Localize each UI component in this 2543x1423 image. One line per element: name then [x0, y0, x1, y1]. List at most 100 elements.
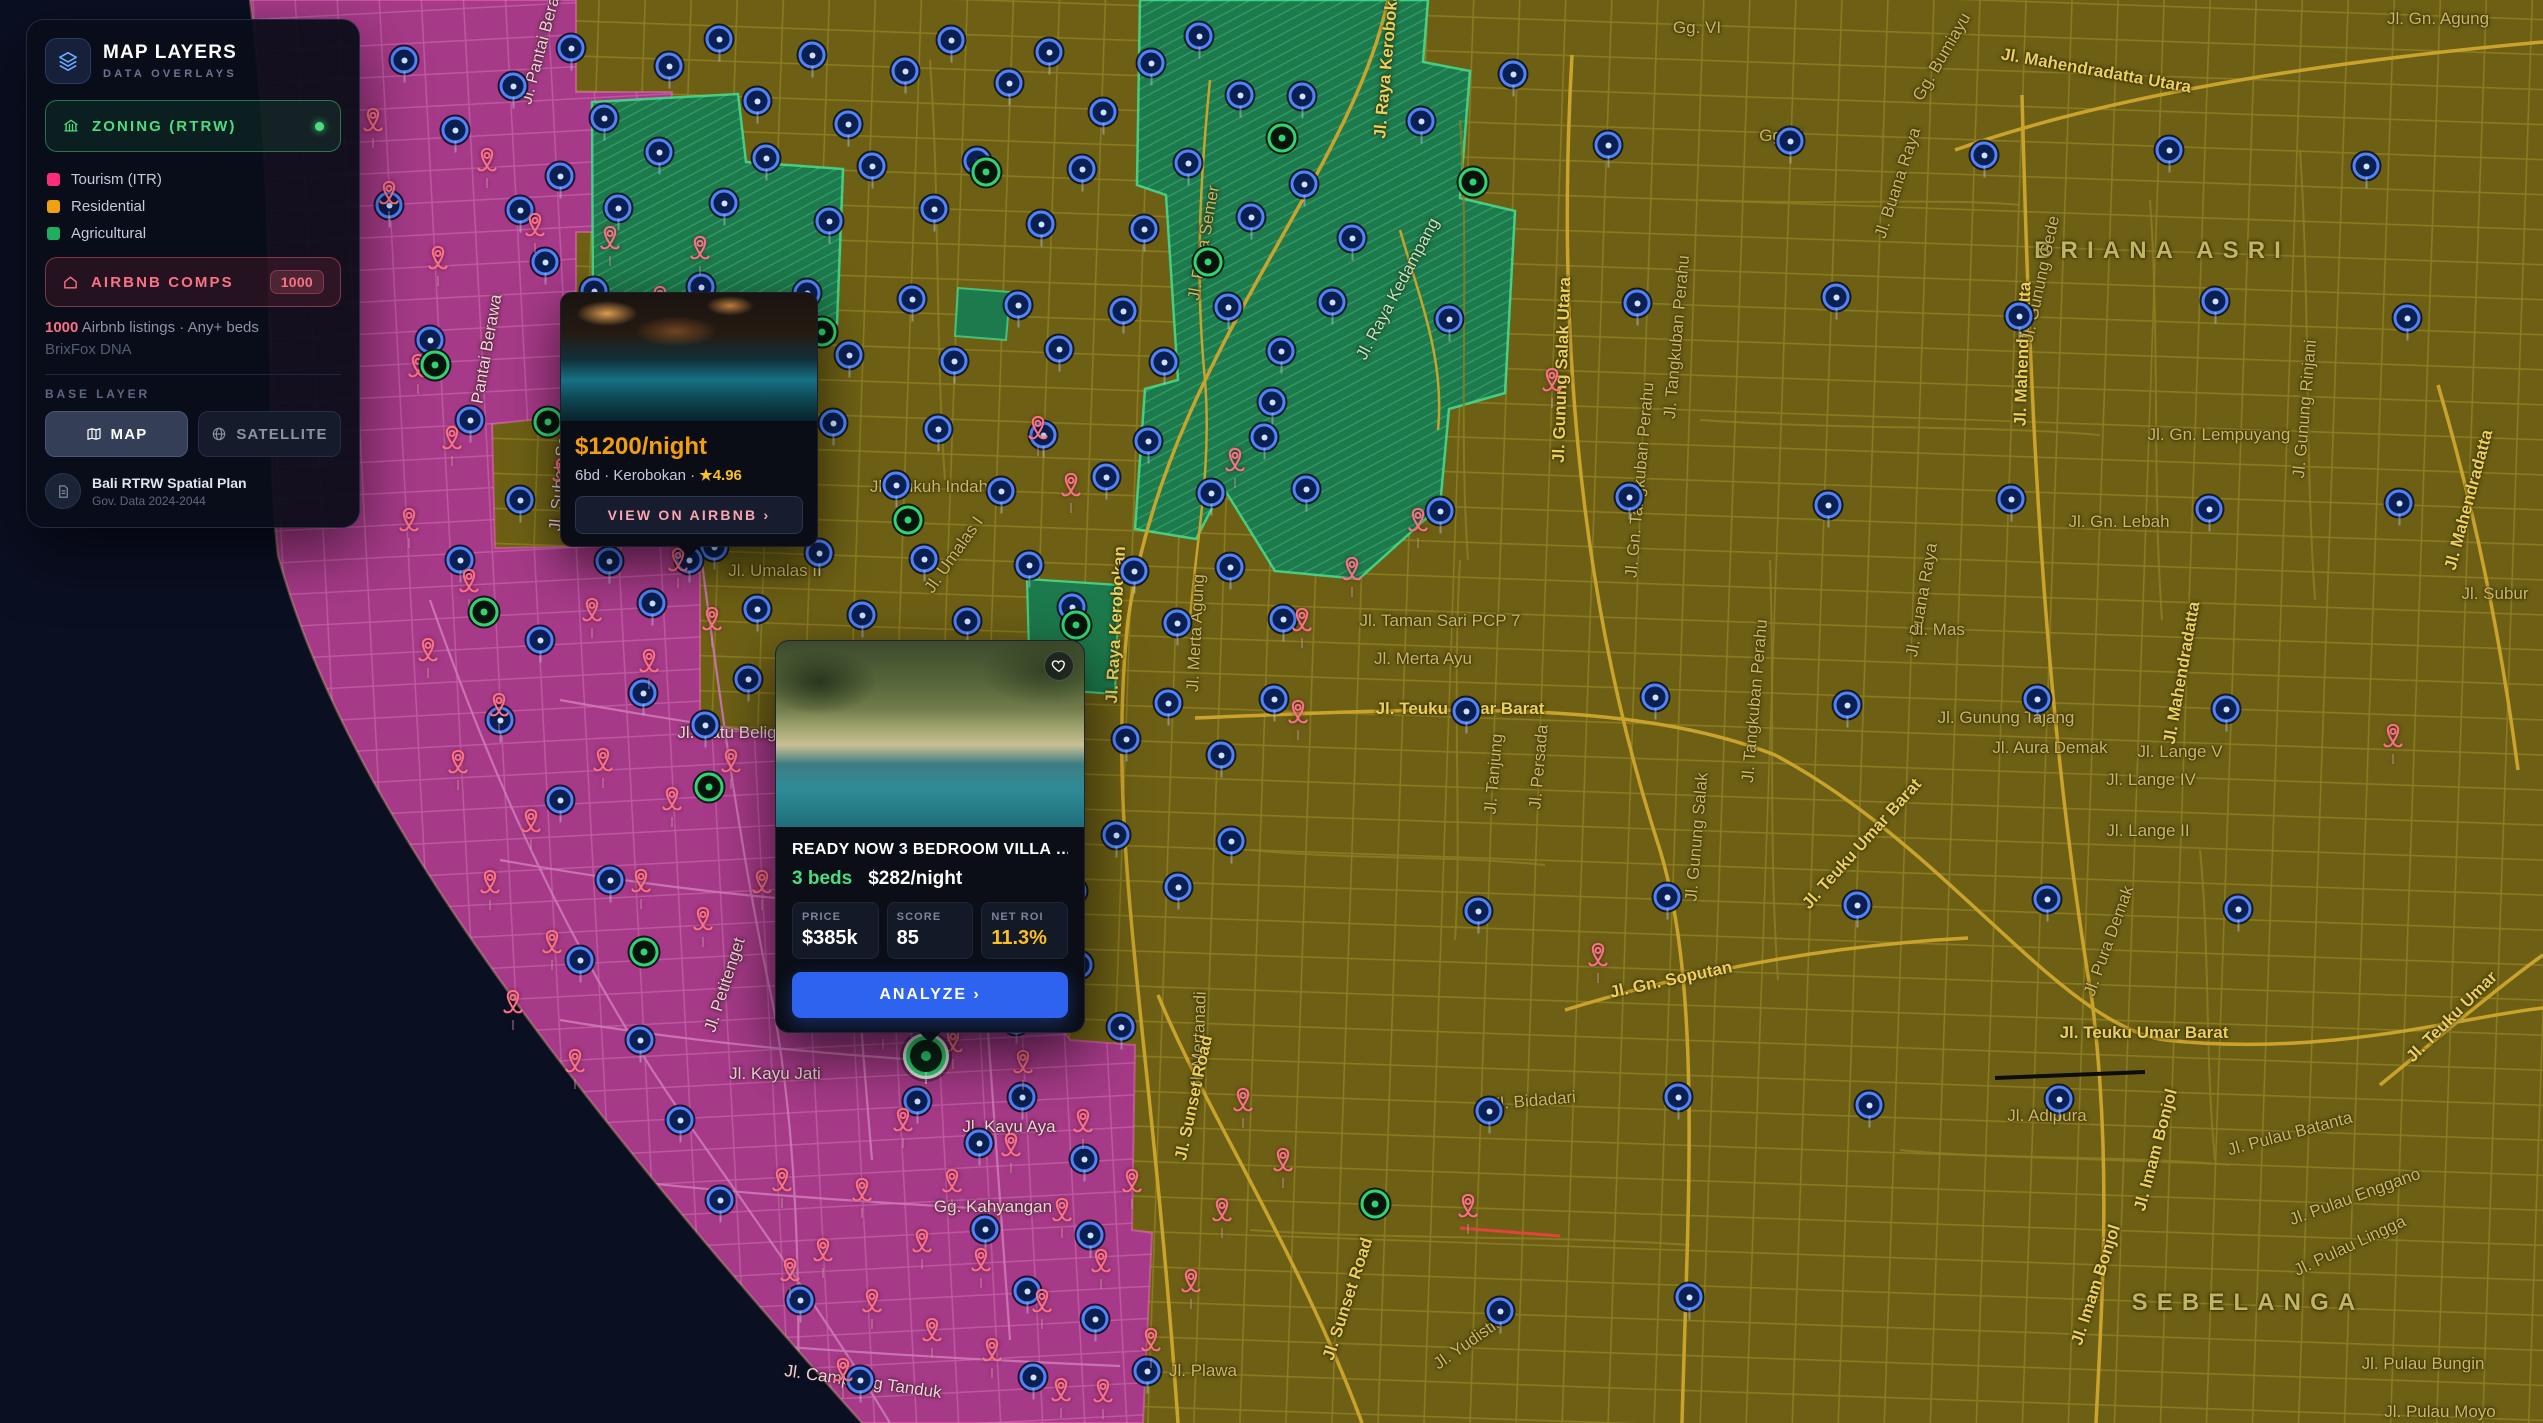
- airbnb-comp-pin[interactable]: [937, 1166, 967, 1200]
- listing-pin-blue[interactable]: [1138, 50, 1165, 77]
- listing-pin-blue[interactable]: [1071, 1146, 1098, 1173]
- listing-pin-blue[interactable]: [1108, 1014, 1135, 1041]
- listing-pin-blue[interactable]: [1844, 892, 1871, 919]
- airbnb-comp-pin[interactable]: [1287, 605, 1317, 639]
- airbnb-comp-pin[interactable]: [1268, 1145, 1298, 1179]
- airbnb-comp-pin[interactable]: [1283, 697, 1313, 731]
- airbnb-comp-pin[interactable]: [484, 690, 514, 724]
- verified-pin-green[interactable]: [894, 506, 923, 535]
- listing-pin-blue[interactable]: [1082, 1306, 1109, 1333]
- listing-pin-blue[interactable]: [1665, 1084, 1692, 1111]
- listing-pin-blue[interactable]: [1823, 284, 1850, 311]
- listing-pin-blue[interactable]: [1251, 424, 1278, 451]
- airbnb-comp-pin[interactable]: [577, 595, 607, 629]
- listing-pin-blue[interactable]: [1595, 132, 1622, 159]
- airbnb-comp-pin[interactable]: [1086, 1246, 1116, 1280]
- verified-pin-green[interactable]: [972, 158, 1001, 187]
- airbnb-comp-pin[interactable]: [520, 210, 550, 244]
- listing-pin-blue[interactable]: [442, 117, 469, 144]
- listing-pin-blue[interactable]: [597, 867, 624, 894]
- airbnb-comp-pin[interactable]: [688, 904, 718, 938]
- base-layer-satellite-button[interactable]: SATELLITE: [198, 411, 341, 457]
- listing-pin-blue[interactable]: [2386, 490, 2413, 517]
- listing-pin-blue[interactable]: [627, 1027, 654, 1054]
- airbnb-comp-pin[interactable]: [1337, 554, 1367, 588]
- listing-pin-blue[interactable]: [1238, 204, 1265, 231]
- listing-pin-blue[interactable]: [1834, 692, 1861, 719]
- listing-pin-blue[interactable]: [835, 111, 862, 138]
- listing-pin-blue[interactable]: [938, 27, 965, 54]
- base-layer-map-button[interactable]: MAP: [45, 411, 188, 457]
- airbnb-comp-pin[interactable]: [1136, 1325, 1166, 1359]
- airbnb-comp-pin[interactable]: [1068, 1106, 1098, 1140]
- airbnb-comp-pin[interactable]: [423, 243, 453, 277]
- airbnb-comp-pin[interactable]: [857, 1286, 887, 1320]
- listing-pin-blue[interactable]: [656, 53, 683, 80]
- verified-pin-green[interactable]: [421, 351, 450, 380]
- listing-pin-blue[interactable]: [1020, 1364, 1047, 1391]
- listing-pin-blue[interactable]: [1036, 39, 1063, 66]
- airbnb-comp-pin[interactable]: [808, 1235, 838, 1269]
- listing-pin-blue[interactable]: [2196, 496, 2223, 523]
- listing-pin-blue[interactable]: [2202, 288, 2229, 315]
- listing-pin-blue[interactable]: [567, 947, 594, 974]
- listing-pin-blue[interactable]: [1186, 23, 1213, 50]
- listing-pin-blue[interactable]: [547, 163, 574, 190]
- listing-pin-blue[interactable]: [2353, 153, 2380, 180]
- airbnb-comp-pin[interactable]: [917, 1315, 947, 1349]
- listing-pin-blue[interactable]: [596, 548, 623, 575]
- listing-pin-blue[interactable]: [500, 73, 527, 100]
- airbnb-comp-pin[interactable]: [747, 867, 777, 901]
- listing-pin-blue[interactable]: [1005, 292, 1032, 319]
- listing-pin-blue[interactable]: [816, 208, 843, 235]
- listing-pin-blue[interactable]: [1164, 610, 1191, 637]
- airbnb-comp-pin[interactable]: [634, 646, 664, 680]
- airbnb-comp-pin[interactable]: [443, 747, 473, 781]
- airbnb-comp-pin[interactable]: [1088, 1376, 1118, 1410]
- listing-pin-blue[interactable]: [2225, 896, 2252, 923]
- airbnb-comp-pin[interactable]: [1220, 445, 1250, 479]
- listing-pin-blue[interactable]: [1016, 552, 1043, 579]
- airbnb-comp-pin[interactable]: [767, 1165, 797, 1199]
- listing-pin-blue[interactable]: [706, 26, 733, 53]
- listing-pin-blue[interactable]: [1165, 874, 1192, 901]
- listing-pin-blue[interactable]: [1408, 108, 1435, 135]
- airbnb-comp-pin[interactable]: [1176, 1266, 1206, 1300]
- listing-pin-blue[interactable]: [1777, 128, 1804, 155]
- verified-pin-green[interactable]: [1062, 611, 1091, 640]
- listing-pin-blue[interactable]: [1465, 898, 1492, 925]
- listing-pin-blue[interactable]: [996, 70, 1023, 97]
- airbnb-comp-pin[interactable]: [1453, 1191, 1483, 1225]
- listing-pin-blue[interactable]: [744, 596, 771, 623]
- listing-pin-blue[interactable]: [941, 348, 968, 375]
- listing-pin-blue[interactable]: [692, 712, 719, 739]
- airbnb-comp-pin[interactable]: [1228, 1085, 1258, 1119]
- favorite-button[interactable]: [1044, 651, 1074, 681]
- airbnb-comp-pin[interactable]: [1583, 940, 1613, 974]
- listing-pin-blue[interactable]: [1971, 142, 1998, 169]
- listing-pin-blue[interactable]: [1319, 289, 1346, 316]
- listing-pin-blue[interactable]: [646, 139, 673, 166]
- listing-pin-blue[interactable]: [988, 478, 1015, 505]
- listing-pin-blue[interactable]: [1215, 294, 1242, 321]
- airbnb-comp-pin[interactable]: [358, 105, 388, 139]
- airbnb-comp-pin[interactable]: [1056, 470, 1086, 504]
- listing-pin-blue[interactable]: [591, 105, 618, 132]
- listing-pin-blue[interactable]: [1998, 486, 2025, 513]
- listing-pin-blue[interactable]: [1487, 1298, 1514, 1325]
- listing-pin-blue[interactable]: [820, 410, 847, 437]
- airbnb-comp-pin[interactable]: [413, 635, 443, 669]
- listing-pin-blue[interactable]: [507, 487, 534, 514]
- listing-pin-blue[interactable]: [605, 195, 632, 222]
- listing-pin-blue[interactable]: [1069, 156, 1096, 183]
- listing-pin-blue[interactable]: [1218, 828, 1245, 855]
- listing-pin-blue[interactable]: [735, 666, 762, 693]
- airbnb-comp-pin[interactable]: [516, 806, 546, 840]
- airbnb-comps-toggle[interactable]: AIRBNB COMPS 1000: [45, 257, 341, 307]
- listing-pin-blue[interactable]: [527, 627, 554, 654]
- airbnb-comp-pin[interactable]: [1047, 1195, 1077, 1229]
- listing-pin-blue[interactable]: [972, 1216, 999, 1243]
- listing-pin-blue[interactable]: [1654, 884, 1681, 911]
- airbnb-comp-pin[interactable]: [472, 145, 502, 179]
- listing-pin-blue[interactable]: [1856, 1092, 1883, 1119]
